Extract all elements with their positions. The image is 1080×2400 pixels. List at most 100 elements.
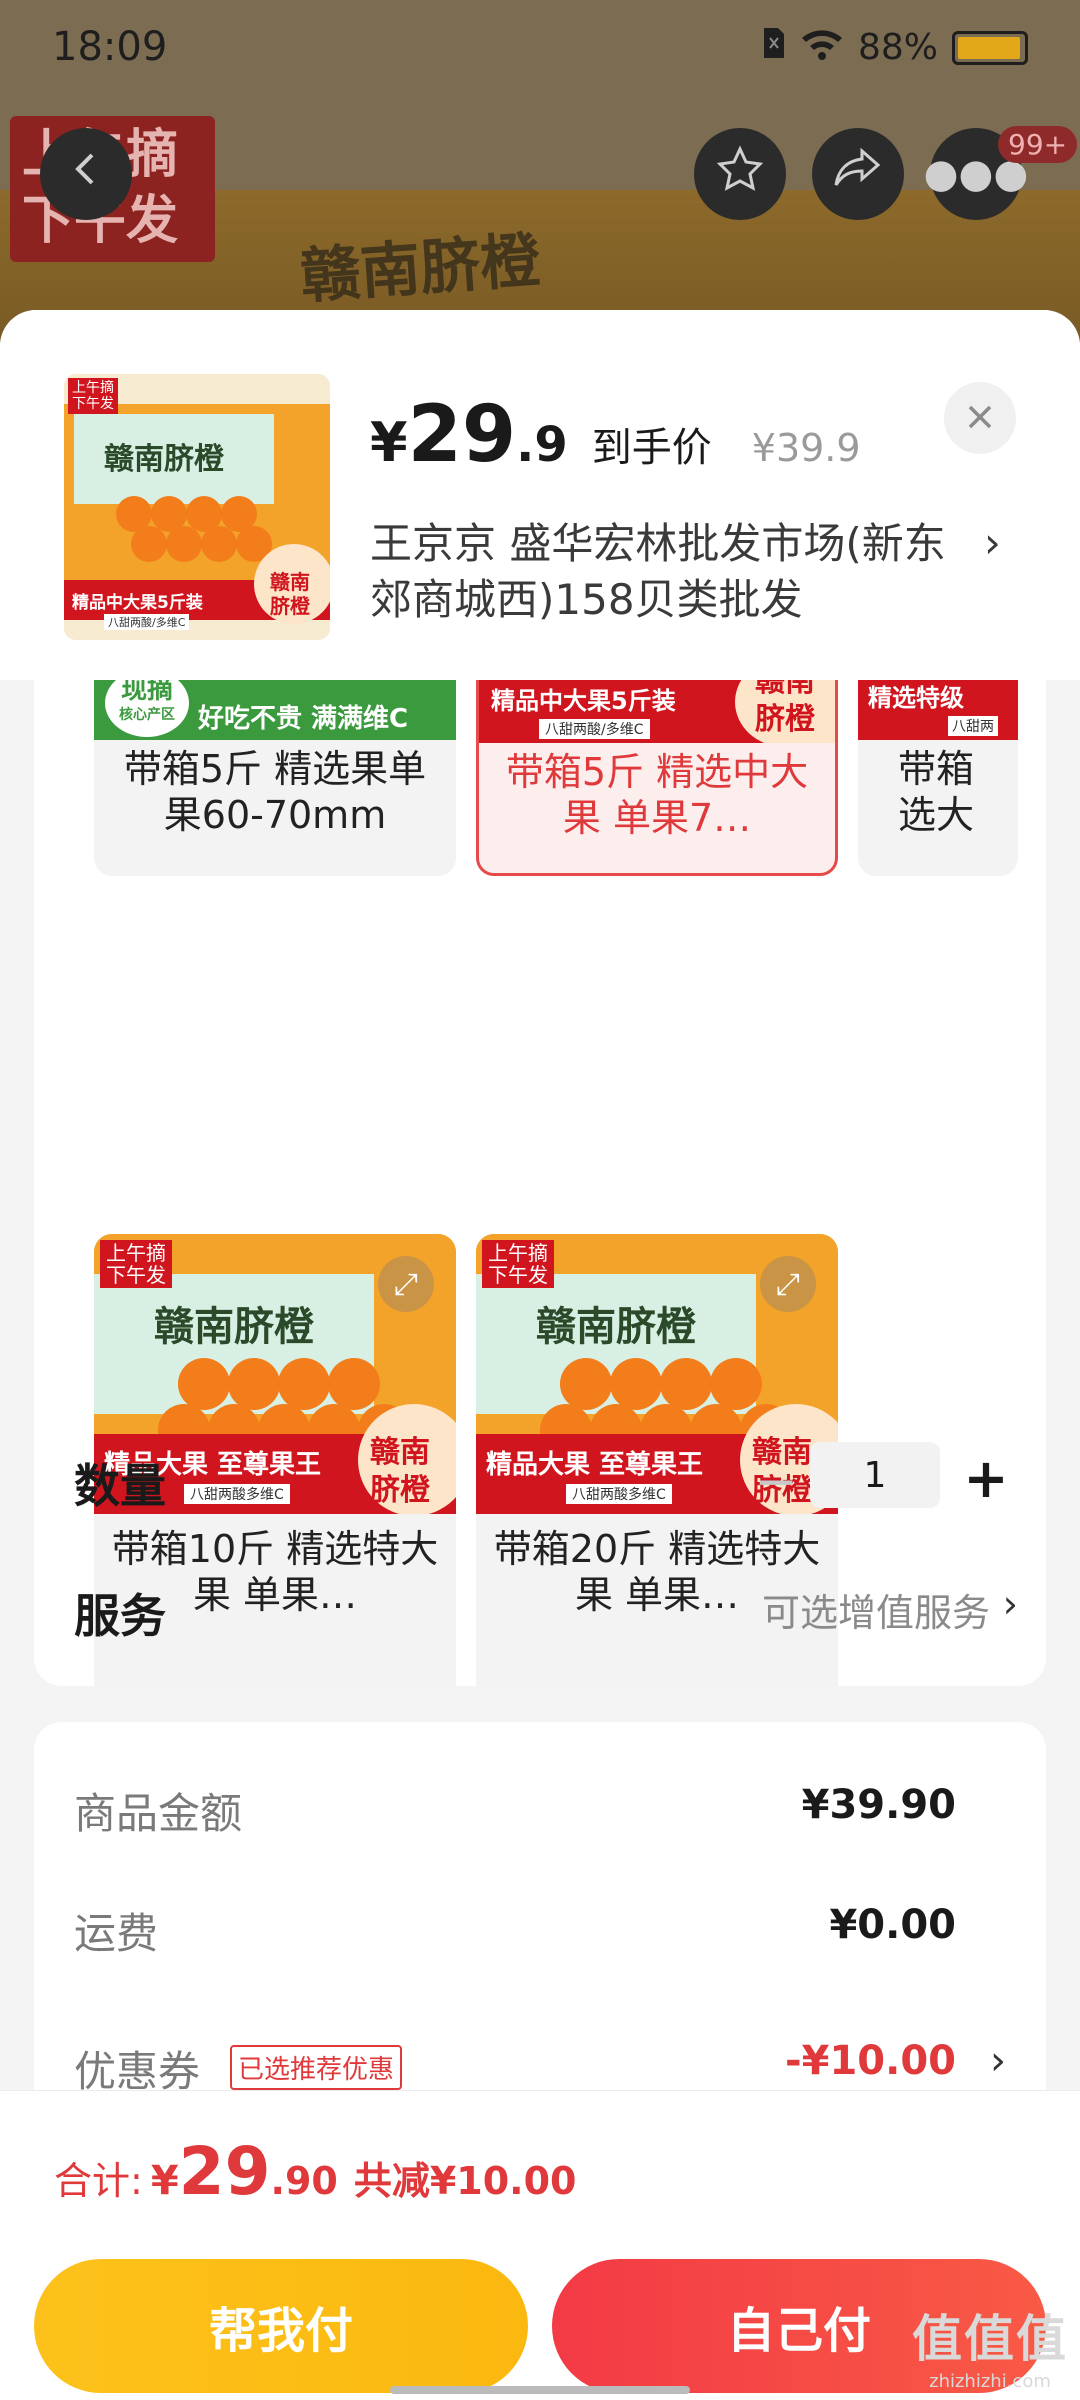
thumb-banner: 精品中大果5斤装 [72,593,203,613]
original-price: ¥39.9 [751,426,861,470]
watermark-logo: 值值值 zhizhizhi.com [912,2299,1068,2392]
total-integer: 29 [178,2133,271,2210]
quantity-increase-button[interactable]: + [954,1446,1018,1510]
price-breakdown-card: 商品金额 ¥39.90 运费 ¥0.00 优惠券 已选推荐优惠 -¥10.00 … [34,1722,1046,2122]
brand-line: 脐橙 [370,1473,430,1508]
chevron-right-icon[interactable]: › [984,518,1001,567]
sku-banner: 精品中大果5斤装 [491,687,676,715]
sku-badge: 上午摘 下午发 [100,1240,172,1288]
message-count-badge: 99+ [998,126,1078,163]
final-price-label: 到手价 [591,425,712,471]
total-decimal: .90 [270,2159,338,2203]
thumb-badge: 上午摘 下午发 [68,378,118,414]
sku-title: 赣南脐橙 [536,1303,696,1350]
sku-option[interactable]: 精选特级 八甜两 带箱 选大 [858,680,1018,876]
price-currency: ¥ [370,411,408,474]
sku-sub: 八甜两酸多维C [566,1484,672,1504]
sku-option-selected[interactable]: 精品中大果5斤装 八甜两酸/多维C 赣南 脐橙 带箱5斤 精选中大果 单果7… [476,680,838,876]
sku-sub: 八甜两酸多维C [184,1484,290,1504]
quantity-label: 数量 [74,1459,166,1513]
sku-label: 带箱 选大 [898,747,975,837]
battery-percent: 88% [857,27,938,68]
home-indicator[interactable] [390,2386,690,2394]
share-button[interactable] [812,128,904,220]
product-thumbnail[interactable]: 上午摘 下午发 赣南脐橙 精品中大果5斤装 八甜两酸/多维C 赣南 脐橙 [64,374,330,640]
sheet-header: 上午摘 下午发 赣南脐橙 精品中大果5斤装 八甜两酸/多维C 赣南 脐橙 ¥ 2… [0,310,1080,680]
sku-banner: 精品大果 至尊果王 [486,1450,704,1480]
share-icon [832,143,884,205]
sku-option[interactable]: 现摘 核心产区 好吃不贵 满满维C 带箱5斤 精选果单果60-70mm [94,680,456,876]
quantity-input[interactable]: 1 [810,1442,940,1508]
total-currency: ¥ [150,2158,179,2204]
sim-icon [762,26,786,69]
sku-image: 精选特级 八甜两 [858,680,1018,740]
expand-icon[interactable]: ⤢ [378,1256,434,1312]
close-button[interactable] [944,382,1016,454]
sku-image: 现摘 核心产区 好吃不贵 满满维C [94,680,456,740]
sku-label: 带箱5斤 精选果单果60-70mm [123,747,427,837]
goods-amount-value: ¥39.90 [801,1782,956,1828]
badge-line: 下午发 [72,396,114,412]
thumb-brand: 赣南 脐橙 [270,570,310,618]
shipping-label: 运费 [74,1909,159,1958]
delivery-address[interactable]: 王京京 盛华宏林批发市场(新东郊商城西)158贝类批发 [370,516,970,628]
badge-line: 下午发 [106,1263,166,1287]
tag-line: 现摘 [120,680,173,705]
chevron-left-icon [66,149,106,199]
brand-line: 赣南 [270,570,310,594]
badge-line: 上午摘 [106,1241,166,1265]
sku-brand: 赣南 脐橙 [735,680,835,743]
service-hint[interactable]: 可选增值服务 [762,1582,990,1637]
chevron-right-icon[interactable]: › [1003,1582,1018,1626]
watermark-url: zhizhizhi.com [929,2371,1051,2392]
shipping-value: ¥0.00 [829,1902,956,1948]
brand-line: 脐橙 [755,702,815,737]
total-discount: 共减¥10.00 [353,2159,577,2203]
price-row: ¥ 29 .9 到手价 ¥39.9 [370,390,861,480]
service-label: 服务 [74,1589,166,1643]
thumb-title: 赣南脐橙 [104,442,224,477]
chevron-right-icon[interactable]: › [990,2038,1006,2084]
back-button[interactable] [40,128,132,220]
sku-badge: 上午摘 下午发 [482,1240,554,1288]
tag-line: 核心产区 [119,707,175,723]
status-icons: 88% [762,26,1028,69]
checkout-footer: 合计: ¥ 29 .90 共减¥10.00 帮我付 自己付 值值值 zhizhi… [0,2090,1080,2400]
product-box-text: 赣南脐橙 [298,225,543,313]
sku-banner: 好吃不贵 满满维C [198,704,409,734]
goods-amount-label: 商品金额 [74,1789,243,1838]
badge-line: 下午发 [488,1263,548,1287]
expand-icon[interactable]: ⤢ [760,1256,816,1312]
watermark-text: 值值值 [912,2310,1068,2368]
badge-line: 上午摘 [72,380,114,396]
star-icon [715,144,765,204]
brand-line: 赣南 [755,680,815,699]
total-label: 合计: [54,2159,143,2203]
favorite-button[interactable] [694,128,786,220]
thumb-sub: 八甜两酸/多维C [104,614,190,630]
sku-label: 带箱5斤 精选中大果 单果7… [505,750,809,840]
sku-banner: 精选特级 [868,684,964,712]
sku-sub: 八甜两 [948,716,998,736]
price-decimal: .9 [516,417,568,473]
battery-icon [952,30,1028,65]
sku-selector-sheet: 上午摘 下午发 赣南脐橙 精品中大果5斤装 八甜两酸/多维C 赣南 脐橙 ¥ 2… [0,310,1080,2400]
wifi-icon [800,26,844,69]
quantity-decrease-button[interactable]: − [744,1450,808,1514]
badge-line: 上午摘 [488,1241,548,1265]
brand-line: 脐橙 [270,594,310,618]
brand-line: 赣南 [370,1435,430,1470]
coupon-recommended-tag: 已选推荐优惠 [230,2045,403,2090]
close-icon [964,393,996,444]
sku-brand: 赣南 脐橙 [370,1434,430,1510]
help-pay-button[interactable]: 帮我付 [34,2259,528,2393]
sku-sub: 八甜两酸/多维C [539,719,650,739]
status-bar: 18:09 88% [0,0,1080,100]
coupon-value[interactable]: -¥10.00 [785,2038,956,2084]
price-integer: 29 [407,390,517,480]
sku-title: 赣南脐橙 [154,1303,314,1350]
total-row: 合计: ¥ 29 .90 共减¥10.00 [54,2133,576,2210]
sku-image: 精品中大果5斤装 八甜两酸/多维C 赣南 脐橙 [479,680,835,743]
status-time: 18:09 [52,24,168,70]
sku-card: 现摘 核心产区 好吃不贵 满满维C 带箱5斤 精选果单果60-70mm 精品中大… [34,680,1046,1686]
